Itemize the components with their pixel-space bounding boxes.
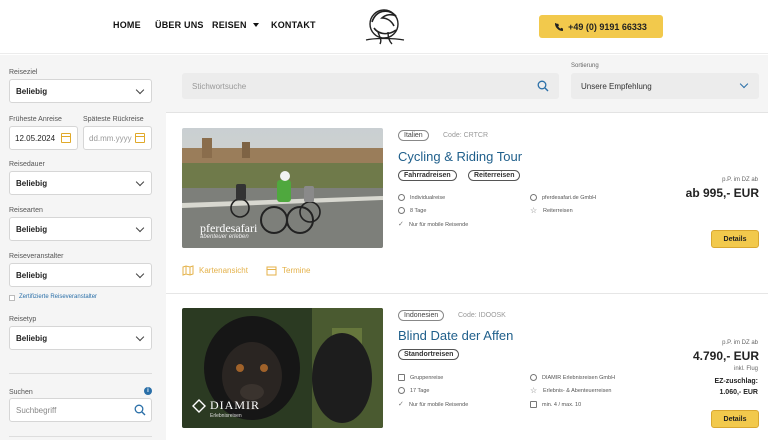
reisetyp-select[interactable]: Beliebig [9,326,152,350]
sidebar-divider [9,436,152,437]
chevron-down-icon [252,23,259,27]
veranstalter-select[interactable]: Beliebig [9,263,152,287]
reiseziel-label: Reiseziel [9,69,38,76]
chevron-down-icon [135,332,145,342]
filter-sidebar [0,55,166,440]
clock-icon [398,207,405,214]
reiseziel-select[interactable]: Beliebig [9,79,152,103]
site-header: HOME ÜBER UNS REISEN KONTAKT +49 (0) 919… [0,0,768,54]
anreise-label: Früheste Anreise [9,116,62,123]
diamir-logo: DIAMIR [192,398,260,413]
image-caption-sub: abenteuer erleben [200,234,249,240]
result-image[interactable]: pferdesafari abenteuer erleben [182,128,383,248]
nav-kontakt[interactable]: KONTAKT [271,20,316,30]
price-extra: inkl. Flug [733,366,758,372]
sidebar-divider [9,373,152,374]
dates-link[interactable]: Termine [266,265,310,276]
map-view-link[interactable]: Kartenansicht [182,265,248,276]
rueckreise-date-input[interactable]: dd.mm.yyyy [83,126,152,150]
image-caption-sub: Erlebnisreisen [210,413,242,419]
suchen-label: Suchen [9,389,33,396]
search-icon[interactable] [134,404,146,416]
tag-fahrradreisen[interactable]: Fahrradreisen [398,170,457,181]
trip-code: Code: CRTCR [443,132,488,139]
price-note: p.P. im DZ ab [722,177,758,183]
suchbegriff-input[interactable]: Suchbegriff [9,398,152,422]
nav-reisen[interactable]: REISEN [212,20,259,30]
trip-code: Code: IDOOSK [458,312,506,319]
tag-reiterreisen[interactable]: Reiterreisen [468,170,521,181]
info-icon[interactable]: i [144,387,152,395]
map-icon [182,265,194,276]
zertifiziert-label[interactable]: Zertifizierte Reiseveranstalter [19,294,97,300]
calendar-icon [266,266,277,276]
attr-veranstalter: DIAMIR Erlebnisreisen GmbH [530,374,615,381]
site-logo[interactable] [358,4,410,50]
price-note: p.P. im DZ ab [722,340,758,346]
trip-title[interactable]: Blind Date der Affen [398,328,513,343]
result-separator [166,293,768,294]
details-button[interactable]: Details [711,230,759,248]
reisearten-label: Reisearten [9,207,43,214]
attr-teilnehmer: min. 4 / max. 10 [530,401,581,408]
nav-home[interactable]: HOME [113,20,141,30]
attr-kategorie: ☆ Reiterreisen [530,206,573,215]
result-image[interactable]: DIAMIR Erlebnisreisen [182,308,383,428]
calendar-icon [61,133,71,143]
zertifiziert-checkbox[interactable] [9,295,15,301]
chevron-down-icon [135,223,145,233]
veranstalter-label: Reiseveranstalter [9,253,64,260]
attr-reiseart: Gruppenreise [398,374,443,381]
price: ab 995,- EUR [685,186,759,200]
reisedauer-label: Reisedauer [9,161,45,168]
attr-reiseart: Individualreise [398,194,445,201]
check-icon: ✓ [398,401,404,408]
group-icon [530,401,537,408]
clock-icon [398,387,405,394]
info-circle-icon [530,194,537,201]
diamond-icon [192,398,206,413]
star-icon: ☆ [530,206,538,215]
calendar-icon [135,133,145,143]
rueckreise-label: Späteste Rückreise [83,116,144,123]
phone-button[interactable]: +49 (0) 9191 66333 [539,15,663,38]
country-badge: Italien [398,130,429,141]
phone-icon [555,22,564,31]
ez-value: 1.060,- EUR [719,389,758,396]
attr-dauer: 8 Tage [398,207,426,214]
group-icon [398,374,405,381]
attr-mobilitaet: ✓ Nur für mobile Reisende [398,221,469,228]
attr-veranstalter: pferdesafari.de GmbH [530,194,596,201]
trip-title[interactable]: Cycling & Riding Tour [398,149,522,164]
person-icon [398,194,405,201]
reisearten-select[interactable]: Beliebig [9,217,152,241]
chevron-down-icon [135,269,145,279]
attr-dauer: 17 Tage [398,387,429,394]
sort-select[interactable]: Unsere Empfehlung [571,73,759,99]
country-badge: Indonesien [398,310,445,321]
sort-label: Sortierung [571,63,599,69]
chevron-down-icon [135,177,145,187]
price: 4.790,- EUR [692,349,759,363]
reisedauer-select[interactable]: Beliebig [9,171,152,195]
check-icon: ✓ [398,221,404,228]
attr-mobilitaet: ✓ Nur für mobile Reisende [398,401,469,408]
details-button[interactable]: Details [711,410,759,428]
nav-ueber-uns[interactable]: ÜBER UNS [155,20,204,30]
attr-kategorie: ☆ Erlebnis- & Abenteuerreisen [530,386,612,395]
reisetyp-label: Reisetyp [9,316,37,323]
info-circle-icon [530,374,537,381]
chevron-down-icon [739,79,749,89]
keyword-search-input[interactable]: Stichwortsuche [182,73,559,99]
search-icon[interactable] [537,80,549,92]
anreise-date-input[interactable]: 12.05.2024 [9,126,78,150]
tag-standortreisen[interactable]: Standortreisen [398,349,460,360]
star-icon: ☆ [530,386,538,395]
ez-label: EZ-zuschlag: [714,378,758,385]
chevron-down-icon [135,85,145,95]
